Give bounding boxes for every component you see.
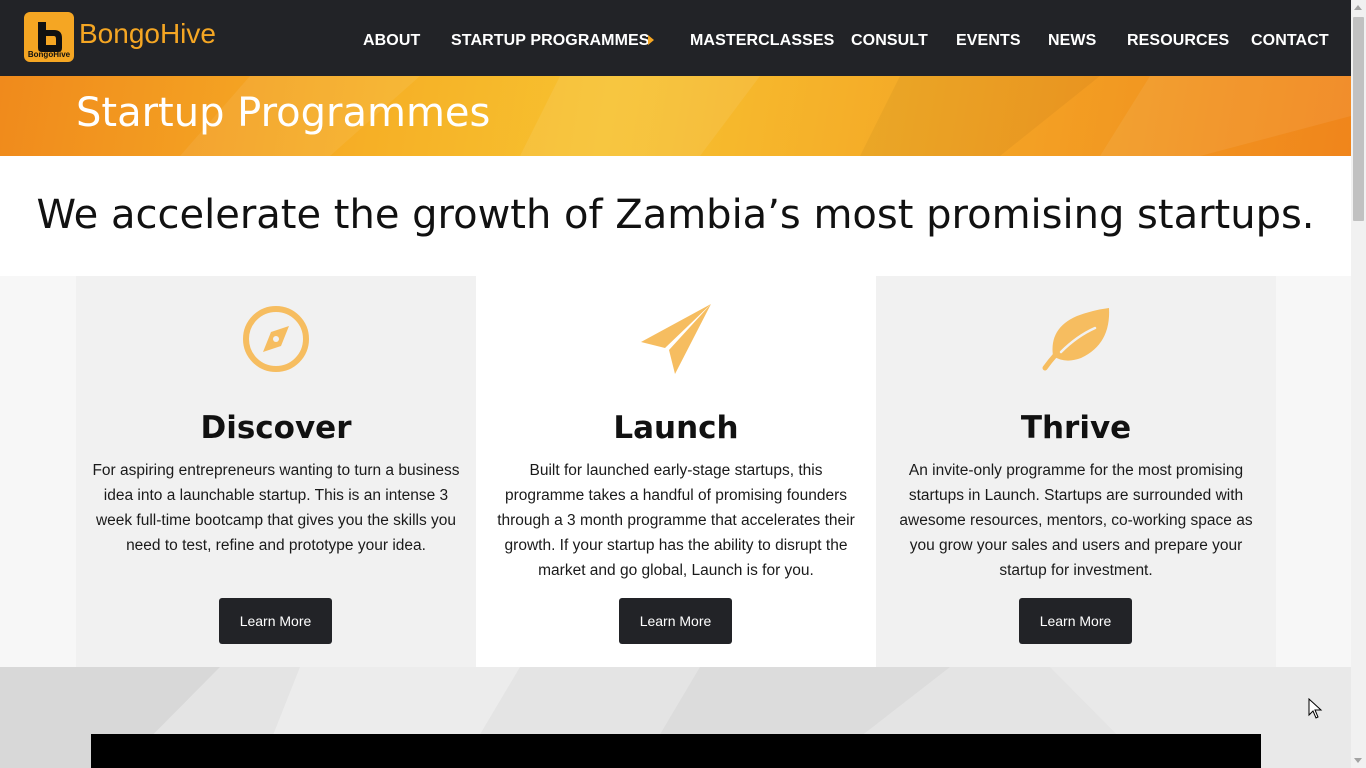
learn-more-button[interactable]: Learn More [219, 598, 332, 644]
headline: We accelerate the growth of Zambia’s mos… [36, 192, 1315, 238]
brand-name[interactable]: BongoHive [79, 18, 216, 50]
nav-resources[interactable]: RESOURCES [1127, 32, 1229, 50]
scrollbar[interactable] [1351, 0, 1366, 768]
scroll-up-arrow-icon[interactable] [1354, 5, 1362, 10]
programme-description: For aspiring entrepreneurs wanting to tu… [92, 462, 460, 554]
logo[interactable]: BongoHive [24, 12, 74, 62]
learn-more-button[interactable]: Learn More [619, 598, 732, 644]
mouse-cursor-icon [1308, 698, 1323, 719]
nav-consult[interactable]: CONSULT [851, 32, 928, 50]
video-embed[interactable] [91, 734, 1261, 768]
scroll-thumb[interactable] [1353, 17, 1364, 221]
programme-title: Launch [613, 410, 739, 446]
site-header: BongoHive BongoHive ABOUT STARTUP PROGRA… [0, 0, 1351, 76]
caret-right-icon [648, 35, 654, 45]
page-banner: Startup Programmes [0, 76, 1351, 156]
nav-about[interactable]: ABOUT [363, 32, 420, 50]
programme-description: Built for launched early-stage startups,… [497, 462, 855, 579]
paper-plane-icon [641, 304, 711, 374]
compass-icon [243, 306, 309, 372]
programme-card-launch: Launch Built for launched early-stage st… [476, 276, 876, 667]
programme-card-thrive: Thrive An invite-only programme for the … [876, 276, 1276, 667]
nav-contact[interactable]: CONTACT [1251, 32, 1329, 50]
programme-title: Discover [200, 410, 352, 446]
nav-masterclasses[interactable]: MASTERCLASSES [690, 32, 834, 50]
scroll-down-arrow-icon[interactable] [1354, 758, 1362, 763]
nav-events[interactable]: EVENTS [956, 32, 1021, 50]
nav-news[interactable]: NEWS [1048, 32, 1096, 50]
logo-small-text: BongoHive [27, 50, 71, 59]
programme-title: Thrive [1020, 410, 1132, 446]
programme-card-discover: Discover For aspiring entrepreneurs want… [76, 276, 476, 667]
leaf-icon [1042, 308, 1110, 371]
learn-more-button[interactable]: Learn More [1019, 598, 1132, 644]
programme-description: An invite-only programme for the most pr… [899, 462, 1253, 579]
nav-startup-programmes[interactable]: STARTUP PROGRAMMES [451, 32, 650, 50]
page-title: Startup Programmes [76, 90, 491, 136]
